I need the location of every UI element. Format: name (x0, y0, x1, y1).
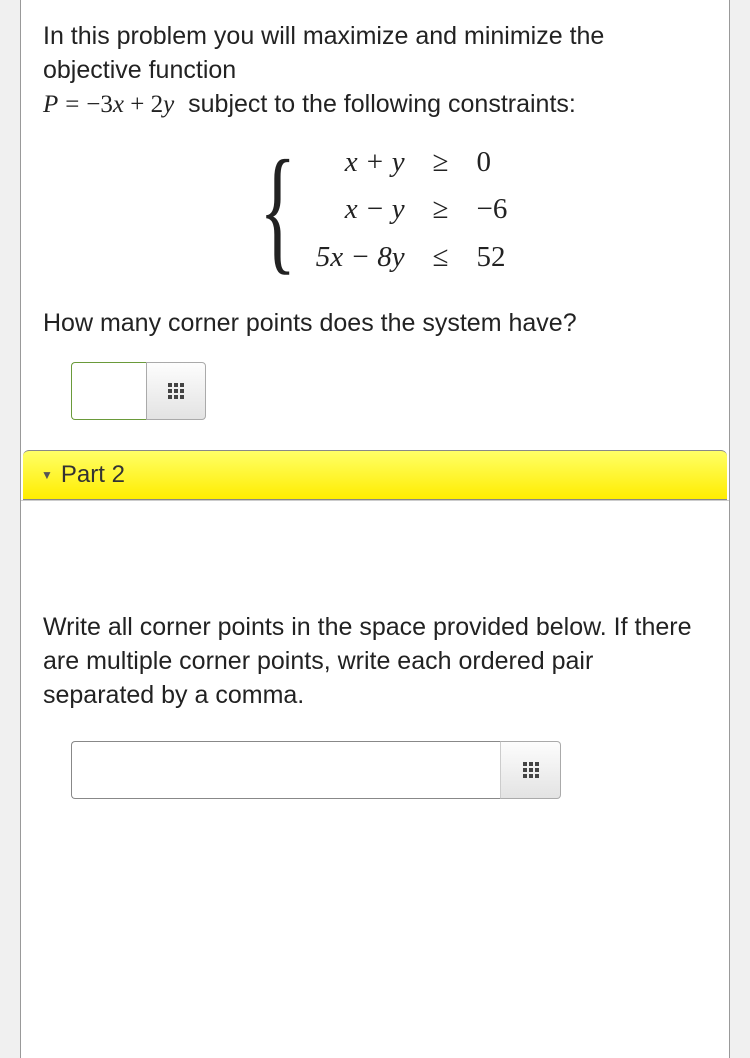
constraint-op: ≥ (419, 186, 463, 233)
constraint-lhs: x − y (302, 186, 419, 233)
question1-text: How many corner points does the system h… (43, 307, 707, 341)
constraint-row: x + y ≥ 0 (302, 139, 522, 186)
part2-section: Write all corner points in the space pro… (21, 500, 729, 828)
constraint-row: 5x − 8y ≤ 52 (302, 234, 522, 281)
part1-section: In this problem you will maximize and mi… (21, 0, 729, 442)
constraint-rhs: −6 (463, 186, 522, 233)
intro-text: In this problem you will maximize and mi… (43, 20, 707, 121)
question2-text: Write all corner points in the space pro… (43, 611, 707, 712)
obj-rhs: −3x + 2y (86, 91, 174, 118)
keypad-button[interactable] (501, 741, 561, 799)
intro-line1: In this problem you will maximize and mi… (43, 22, 604, 84)
constraint-op: ≤ (419, 234, 463, 281)
chevron-down-icon: ▼ (41, 468, 53, 482)
left-brace-icon: { (259, 150, 296, 269)
obj-lhs: P (43, 91, 58, 118)
answer2-row (71, 741, 707, 799)
constraint-op: ≥ (419, 139, 463, 186)
intro-line2: subject to the following constraints: (188, 90, 576, 118)
constraint-rhs: 0 (463, 139, 522, 186)
answer1-row (71, 362, 707, 420)
constraints-table: x + y ≥ 0 x − y ≥ −6 5x − 8y ≤ 52 (302, 139, 522, 280)
keypad-button[interactable] (146, 362, 206, 420)
constraint-rhs: 52 (463, 234, 522, 281)
constraint-row: x − y ≥ −6 (302, 186, 522, 233)
constraint-lhs: 5x − 8y (302, 234, 419, 281)
corner-count-input[interactable] (71, 362, 146, 420)
grid-icon (168, 383, 184, 399)
problem-panel: In this problem you will maximize and mi… (20, 0, 730, 1058)
constraint-lhs: x + y (302, 139, 419, 186)
corner-points-input[interactable] (71, 741, 501, 799)
constraints-block: { x + y ≥ 0 x − y ≥ −6 5x − 8y ≤ (43, 139, 707, 280)
part2-header[interactable]: ▼ Part 2 (23, 450, 727, 500)
part2-label: Part 2 (61, 461, 125, 489)
grid-icon (523, 762, 539, 778)
obj-eq: = (65, 91, 79, 118)
